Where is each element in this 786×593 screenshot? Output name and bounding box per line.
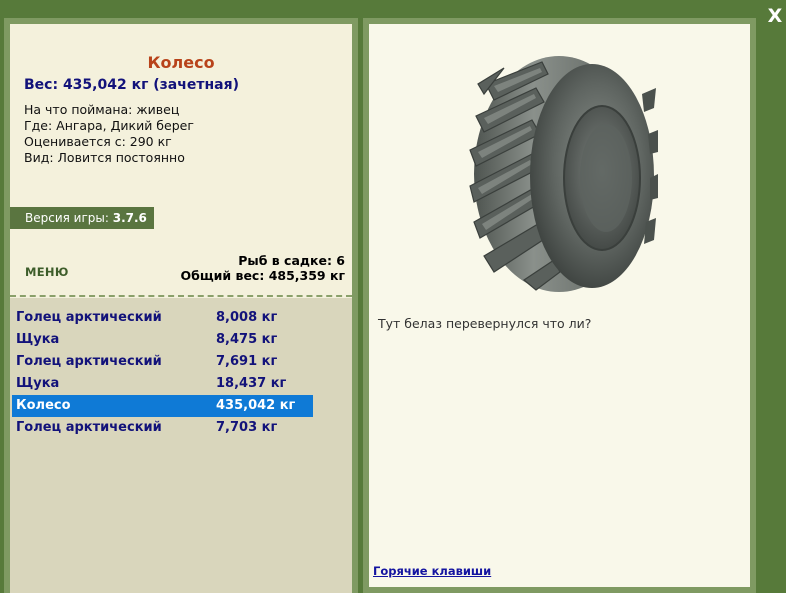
catch-summary: Рыб в садке: 6 Общий вес: 485,359 кг	[181, 253, 346, 283]
fish-image-panel: Тут белаз перевернулся что ли? Горячие к…	[369, 24, 750, 587]
list-item-name: Голец арктический	[16, 420, 162, 435]
catch-list: Голец арктический 8,008 кг Щука 8,475 кг…	[10, 298, 352, 593]
list-item[interactable]: Щука 8,475 кг	[12, 329, 313, 351]
fish-kind: Вид: Ловится постоянно	[24, 150, 185, 165]
version-label: Версия игры:	[25, 211, 109, 225]
divider	[10, 295, 352, 297]
fish-info-panel: Колесо Вес: 435,042 кг (зачетная) На что…	[10, 24, 352, 593]
version-badge: Версия игры: 3.7.6	[10, 207, 154, 229]
list-item-name: Колесо	[16, 398, 71, 413]
catch-total-weight: Общий вес: 485,359 кг	[180, 268, 346, 283]
rated-from: Оценивается с: 290 кг	[24, 134, 172, 149]
fish-weight: Вес: 435,042 кг (зачетная)	[24, 77, 239, 93]
list-item[interactable]: Голец арктический 8,008 кг	[12, 307, 313, 329]
fish-comment: Тут белаз перевернулся что ли?	[378, 316, 592, 331]
list-item-name: Щука	[16, 376, 60, 391]
list-item-selected[interactable]: Колесо 435,042 кг	[12, 395, 313, 417]
list-item-weight: 7,703 кг	[216, 420, 278, 435]
tire-icon	[469, 56, 658, 292]
list-item[interactable]: Щука 18,437 кг	[12, 373, 313, 395]
menu-button[interactable]: МЕНЮ	[25, 265, 69, 279]
list-item-name: Голец арктический	[16, 310, 162, 325]
caught-with: На что поймана: живец	[24, 102, 180, 117]
right-frame: Тут белаз перевернулся что ли? Горячие к…	[363, 18, 756, 593]
list-item-name: Голец арктический	[16, 354, 162, 369]
list-item-name: Щука	[16, 332, 60, 347]
left-frame: Колесо Вес: 435,042 кг (зачетная) На что…	[4, 18, 358, 593]
list-item[interactable]: Голец арктический 7,691 кг	[12, 351, 313, 373]
list-item-weight: 435,042 кг	[216, 398, 296, 413]
list-item-weight: 7,691 кг	[216, 354, 278, 369]
hotkeys-link[interactable]: Горячие клавиши	[373, 564, 491, 578]
catch-count: Рыб в садке: 6	[238, 253, 345, 268]
fish-title: Колесо	[147, 53, 215, 72]
tire-image	[464, 54, 659, 294]
location: Где: Ангара, Дикий берег	[24, 118, 194, 133]
list-item-weight: 8,475 кг	[216, 332, 278, 347]
version-value: 3.7.6	[112, 211, 147, 225]
list-item[interactable]: Голец арктический 7,703 кг	[12, 417, 313, 439]
close-button[interactable]: X	[764, 4, 786, 28]
list-item-weight: 18,437 кг	[216, 376, 287, 391]
fish-details: На что поймана: живец Где: Ангара, Дикий…	[24, 102, 194, 166]
close-icon: X	[767, 5, 783, 27]
list-item-weight: 8,008 кг	[216, 310, 278, 325]
